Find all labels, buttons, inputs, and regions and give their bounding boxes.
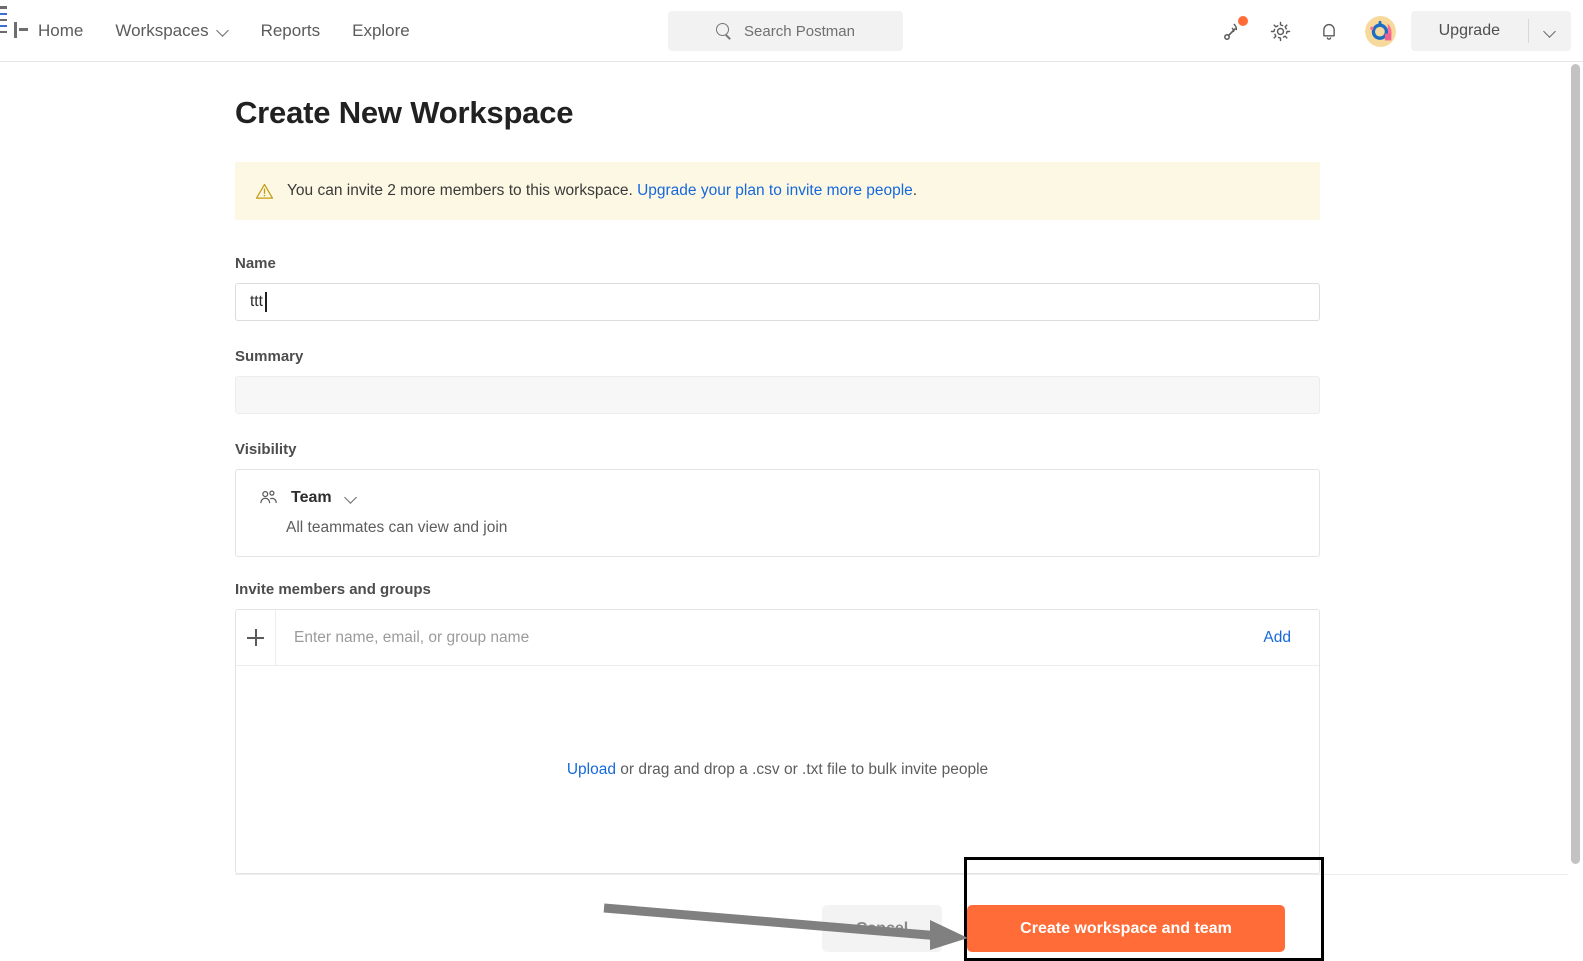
add-button[interactable]: Add (1235, 629, 1319, 647)
bulk-upload-hint: or drag and drop a .csv or .txt file to … (615, 761, 989, 778)
nav-item-explore[interactable]: Explore (336, 0, 426, 62)
main-nav: Home Workspaces Reports Explore (22, 0, 426, 62)
nav-item-reports-label: Reports (260, 20, 321, 40)
upgrade-button-label: Upgrade (1438, 22, 1500, 39)
summary-input[interactable] (235, 376, 1320, 414)
search-placeholder: Search Postman (744, 22, 855, 40)
invite-limit-banner: You can invite 2 more members to this wo… (235, 162, 1320, 220)
invite-field-label: Invite members and groups (235, 581, 431, 598)
chevron-down-icon (218, 25, 229, 36)
upload-link[interactable]: Upload (567, 761, 616, 778)
invite-input-row: Add (236, 610, 1319, 666)
plus-icon (247, 629, 264, 646)
nav-item-home[interactable]: Home (22, 0, 99, 62)
add-member-button[interactable] (236, 610, 276, 665)
text-cursor (265, 292, 267, 312)
invite-input[interactable] (276, 610, 1236, 665)
bulk-upload-text: Upload or drag and drop a .csv or .txt f… (567, 761, 988, 779)
banner-message-trailing: . (912, 182, 918, 199)
name-field-label: Name (235, 255, 276, 272)
banner-message: You can invite 2 more members to this wo… (287, 182, 917, 200)
satellite-icon[interactable] (1216, 14, 1250, 48)
top-navigation-bar: Home Workspaces Reports Explore Search P… (0, 0, 1583, 62)
bulk-upload-dropzone[interactable]: Upload or drag and drop a .csv or .txt f… (236, 666, 1319, 874)
warning-triangle-icon (255, 182, 274, 201)
vertical-scrollbar-thumb[interactable] (1571, 64, 1580, 864)
add-button-label: Add (1263, 628, 1291, 646)
notification-badge (1237, 16, 1248, 26)
visibility-description: All teammates can view and join (286, 519, 508, 536)
search-icon (716, 22, 733, 40)
sidebar-toggle-icon[interactable] (14, 22, 28, 38)
people-icon (258, 487, 279, 508)
search-input[interactable]: Search Postman (668, 11, 903, 51)
chevron-down-icon (346, 492, 357, 503)
window-edge-stub (0, 6, 9, 56)
nav-item-reports[interactable]: Reports (245, 0, 337, 62)
visibility-selector[interactable]: Team (236, 470, 416, 508)
main-content: Create New Workspace You can invite 2 mo… (0, 62, 1569, 961)
visibility-box: Team All teammates can view and join (235, 469, 1320, 557)
upgrade-dropdown-button[interactable] (1529, 11, 1571, 51)
nav-item-explore-label: Explore (352, 20, 410, 40)
upgrade-plan-link[interactable]: Upgrade your plan to invite more people (637, 182, 913, 199)
nav-item-workspaces-label: Workspaces (115, 20, 209, 40)
top-right-actions: Upgrade (1209, 0, 1583, 62)
gear-icon[interactable] (1264, 14, 1298, 48)
bell-icon[interactable] (1312, 14, 1346, 48)
nav-item-home-label: Home (38, 20, 84, 40)
name-input[interactable] (235, 283, 1320, 321)
invite-box: Add Upload or drag and drop a .csv or .t… (235, 609, 1320, 874)
visibility-selected-label: Team (291, 488, 332, 506)
chevron-down-icon (1545, 26, 1556, 37)
nav-item-workspaces[interactable]: Workspaces (99, 21, 244, 41)
visibility-field-label: Visibility (235, 441, 297, 458)
banner-message-text: You can invite 2 more members to this wo… (287, 182, 638, 199)
footer-divider (235, 874, 1569, 875)
upgrade-button[interactable]: Upgrade (1411, 11, 1528, 51)
avatar[interactable] (1364, 15, 1396, 47)
summary-field-label: Summary (235, 348, 304, 365)
upgrade-button-group: Upgrade (1410, 11, 1571, 51)
page-title: Create New Workspace (235, 95, 574, 130)
